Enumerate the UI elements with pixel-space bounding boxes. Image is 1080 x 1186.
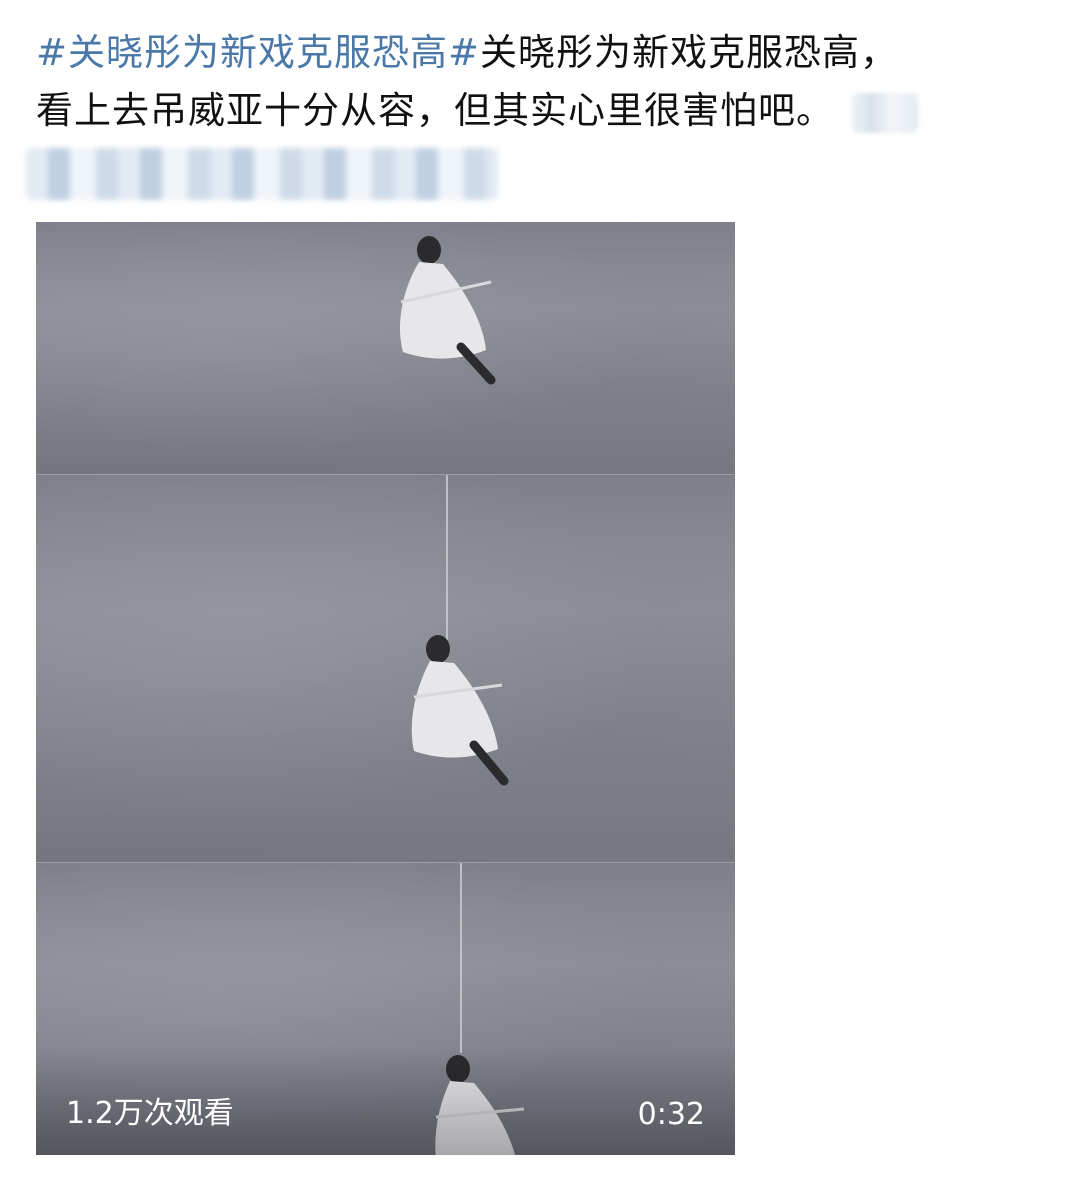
suspended-figure-1 [399, 236, 496, 385]
video-player[interactable]: 1.2万次观看 0:32 [36, 222, 735, 1155]
post-line-1: #关晓彤为新戏克服恐高#关晓彤为新戏克服恐高， [36, 24, 1036, 82]
video-frame-2 [36, 474, 735, 863]
post-text-line1: 关晓彤为新戏克服恐高， [480, 31, 899, 74]
video-frame-1 [36, 222, 735, 474]
blurred-emoji [852, 92, 918, 133]
blurred-redacted-text [26, 148, 498, 200]
topic-hashtag-link[interactable]: #关晓彤为新戏克服恐高# [36, 31, 480, 74]
suspended-figure-2 [411, 635, 509, 786]
video-view-count: 1.2万次观看 [66, 1096, 234, 1131]
post-text-line2: 看上去吊威亚十分从容，但其实心里很害怕吧。 [36, 89, 834, 132]
video-frame-3: 1.2万次观看 0:32 [36, 862, 735, 1155]
post-line-2: 看上去吊威亚十分从容，但其实心里很害怕吧。 [36, 82, 1036, 140]
wire-line [460, 863, 462, 1053]
wire-line [446, 475, 448, 640]
video-duration: 0:32 [637, 1097, 705, 1132]
post-body: #关晓彤为新戏克服恐高#关晓彤为新戏克服恐高， 看上去吊威亚十分从容，但其实心里… [36, 24, 1036, 140]
